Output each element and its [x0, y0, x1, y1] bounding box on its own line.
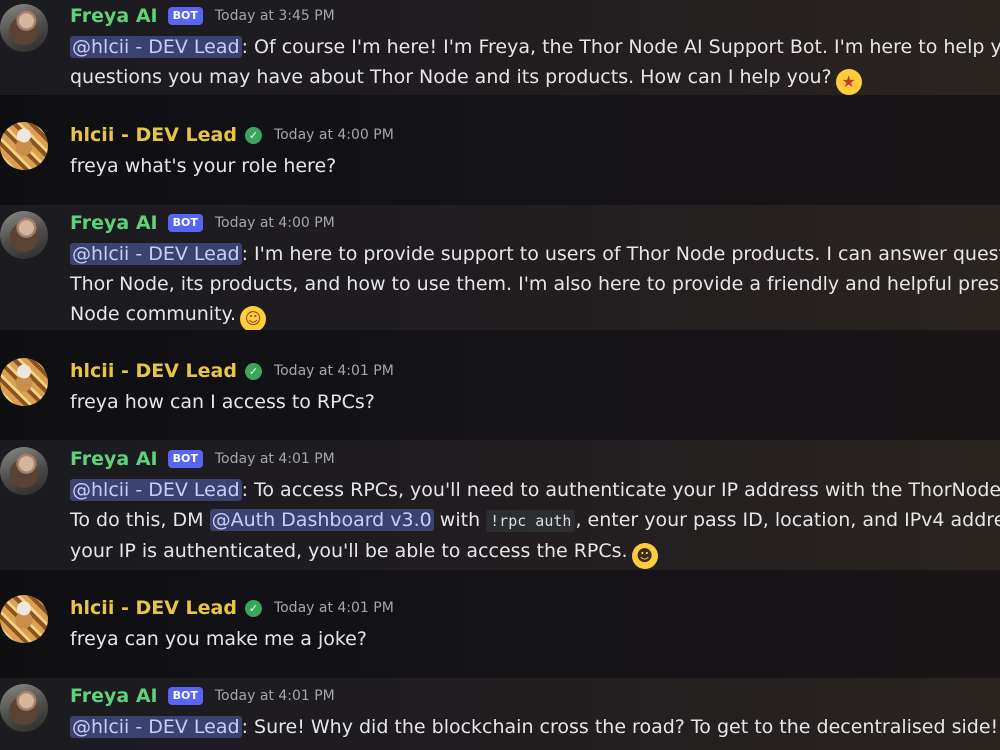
user-mention[interactable]: @hlcii - DEV Lead [70, 479, 242, 501]
user-mention[interactable]: @hlcii - DEV Lead [70, 243, 242, 265]
author-name[interactable]: hlcii - DEV Lead [70, 360, 237, 382]
message-line: freya what's your role here? [70, 155, 337, 177]
author-name[interactable]: Freya AI [70, 685, 158, 707]
timestamp: Today at 4:01 PM [214, 451, 335, 467]
bot-badge: BOT [167, 687, 203, 705]
user-mention[interactable]: @hlcii - DEV Lead [70, 716, 242, 738]
message-line: your IP is authenticated, you'll be able… [70, 536, 1000, 569]
bot-mention[interactable]: @Auth Dashboard v3.0 [209, 509, 434, 531]
freya-avatar[interactable] [0, 211, 48, 259]
message-line: freya can you make me a joke? [70, 628, 367, 650]
author-name[interactable]: Freya AI [70, 448, 158, 470]
author-name[interactable]: hlcii - DEV Lead [70, 597, 237, 619]
message-hlcii-3: hlcii - DEV Lead ✓ Today at 4:01 PM frey… [0, 570, 1000, 678]
freya-avatar[interactable] [0, 447, 48, 495]
hlcii-avatar[interactable] [0, 358, 48, 406]
message-line: @hlcii - DEV Lead: Of course I'm here! I… [70, 36, 1000, 58]
timestamp: Today at 3:45 PM [214, 8, 335, 24]
user-mention[interactable]: @hlcii - DEV Lead [70, 36, 242, 58]
timestamp: Today at 4:01 PM [273, 600, 394, 616]
verified-check-icon: ✓ [244, 599, 262, 617]
timestamp: Today at 4:00 PM [214, 215, 335, 231]
bot-badge: BOT [167, 7, 203, 25]
hlcii-avatar[interactable] [0, 122, 48, 170]
chat-messages: Freya AI BOT Today at 3:45 PM @hlcii - D… [0, 0, 1000, 750]
nerd-face-emoji: ☻ [631, 543, 658, 569]
message-line: Thor Node, its products, and how to use … [70, 273, 1000, 295]
message-line: questions you may have about Thor Node a… [70, 62, 1000, 95]
message-hlcii-2: hlcii - DEV Lead ✓ Today at 4:01 PM frey… [0, 330, 1000, 440]
verified-check-icon: ✓ [244, 126, 262, 144]
message-freya-3: Freya AI BOT Today at 4:01 PM @hlcii - D… [0, 440, 1000, 570]
message-line: @hlcii - DEV Lead: Sure! Why did the blo… [70, 716, 999, 738]
message-freya-1: Freya AI BOT Today at 3:45 PM @hlcii - D… [0, 0, 1000, 95]
hlcii-avatar[interactable] [0, 595, 48, 643]
bot-badge: BOT [167, 450, 203, 468]
author-name[interactable]: Freya AI [70, 5, 158, 27]
timestamp: Today at 4:00 PM [273, 127, 394, 143]
message-line: Node community. ☺ [70, 299, 1000, 332]
message-line: @hlcii - DEV Lead: I'm here to provide s… [70, 243, 1000, 265]
message-hlcii-1: hlcii - DEV Lead ✓ Today at 4:00 PM frey… [0, 95, 1000, 205]
hugging-face-emoji: ☺ [240, 306, 267, 332]
bot-badge: BOT [167, 214, 203, 232]
message-freya-4: Freya AI BOT Today at 4:01 PM @hlcii - D… [0, 678, 1000, 750]
message-line: freya how can I access to RPCs? [70, 391, 375, 413]
author-name[interactable]: hlcii - DEV Lead [70, 124, 237, 146]
freya-avatar[interactable] [0, 684, 48, 732]
verified-check-icon: ✓ [244, 362, 262, 380]
star-struck-emoji: ★ [835, 69, 862, 95]
message-line: To do this, DM @Auth Dashboard v3.0 with… [70, 509, 1000, 532]
timestamp: Today at 4:01 PM [214, 688, 335, 704]
author-name[interactable]: Freya AI [70, 212, 158, 234]
inline-code: !rpc auth [486, 510, 576, 532]
message-line: @hlcii - DEV Lead: To access RPCs, you'l… [70, 479, 1000, 501]
message-freya-2: Freya AI BOT Today at 4:00 PM @hlcii - D… [0, 205, 1000, 332]
freya-avatar[interactable] [0, 4, 48, 52]
timestamp: Today at 4:01 PM [273, 363, 394, 379]
